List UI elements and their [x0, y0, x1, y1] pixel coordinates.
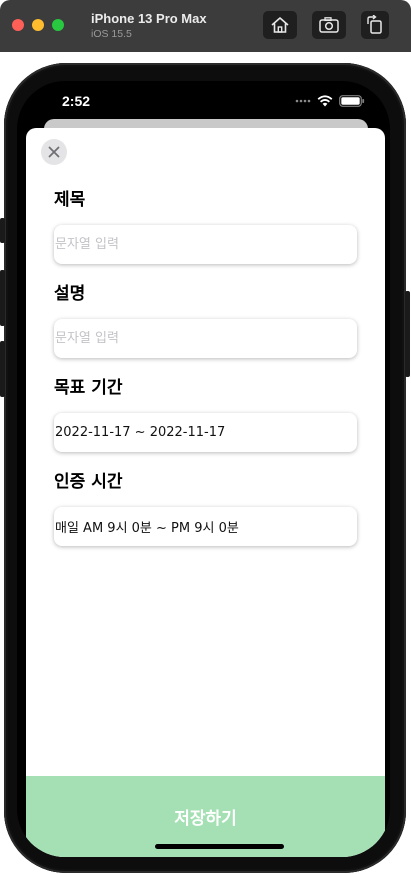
phone-screen: 2:52 제목 문자열 입력 설명 문자열 입력 목표 기간 2022-11-1… — [17, 81, 390, 857]
close-window-button[interactable] — [12, 19, 24, 31]
signal-icon — [295, 99, 311, 103]
minimize-window-button[interactable] — [32, 19, 44, 31]
volume-down-button — [0, 341, 5, 397]
goal-period-picker[interactable]: 2022-11-17 ~ 2022-11-17 — [54, 413, 357, 452]
rotate-button[interactable] — [361, 11, 389, 39]
title-input[interactable] — [54, 237, 357, 252]
status-time: 2:52 — [62, 93, 91, 109]
battery-icon — [339, 95, 365, 107]
verify-time-label: 인증 시간 — [54, 472, 123, 492]
phone-frame: 2:52 제목 문자열 입력 설명 문자열 입력 목표 기간 2022-11-1… — [0, 63, 410, 873]
wifi-icon — [317, 95, 333, 107]
goal-period-label: 목표 기간 — [54, 378, 123, 398]
screenshot-button[interactable] — [312, 11, 346, 39]
save-button-label: 저장하기 — [174, 809, 237, 829]
simulator-os-version: iOS 15.5 — [91, 28, 132, 40]
rotate-icon — [367, 15, 382, 34]
description-field[interactable] — [54, 319, 357, 358]
description-label: 설명 — [54, 284, 86, 304]
title-label: 제목 — [54, 190, 86, 210]
zoom-window-button[interactable] — [52, 19, 64, 31]
home-button[interactable] — [263, 11, 297, 39]
mute-switch — [0, 218, 5, 243]
simulator-device-name: iPhone 13 Pro Max — [91, 11, 207, 26]
close-button[interactable] — [41, 139, 67, 165]
description-input[interactable] — [54, 331, 357, 346]
create-goal-sheet: 제목 설명 목표 기간 2022-11-17 ~ 2022-11-17 인증 시… — [26, 128, 385, 857]
volume-up-button — [0, 270, 5, 326]
verify-time-picker[interactable]: 매일 AM 9시 0분 ~ PM 9시 0분 — [54, 507, 357, 546]
simulator-title-bar: iPhone 13 Pro Max iOS 15.5 — [0, 0, 411, 52]
verify-time-value: 매일 AM 9시 0분 ~ PM 9시 0분 — [55, 521, 239, 536]
status-icons — [295, 95, 365, 107]
goal-period-value: 2022-11-17 ~ 2022-11-17 — [55, 425, 226, 440]
home-indicator — [155, 844, 284, 849]
title-field[interactable] — [54, 225, 357, 264]
home-icon — [271, 17, 289, 33]
screenshot-icon — [319, 17, 339, 33]
close-icon — [48, 146, 60, 158]
power-button — [405, 291, 410, 377]
